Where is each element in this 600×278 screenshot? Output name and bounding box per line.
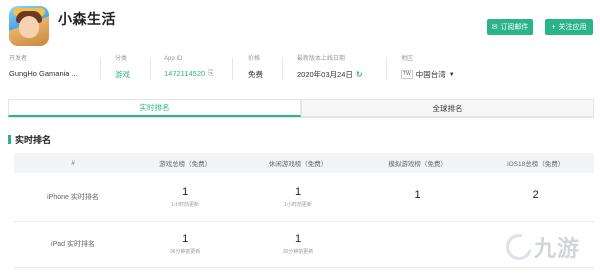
meta-divider — [386, 58, 387, 80]
meta-app-id: App ID 1472114520 ⎘ — [164, 55, 214, 78]
region-value: 中国台湾 — [415, 70, 446, 79]
rank-cell[interactable]: 1 1小时前更新 — [132, 173, 239, 222]
rank-value: 1 — [294, 185, 302, 198]
region-flag-badge: TW — [401, 70, 413, 79]
ranking-tabs: 实时排名 全球排名 — [8, 99, 594, 118]
meta-price: 价格 免费 — [248, 55, 263, 80]
update-time: 35分钟前更新 — [282, 249, 314, 255]
watermark: 九游 — [501, 229, 581, 265]
section-title: 实时排名 — [8, 133, 51, 146]
rank-value: 1 — [294, 233, 302, 245]
plus-icon: + — [551, 23, 556, 31]
meta-release-date: 最新版本上线日期 2020年03月24日 ↻ — [297, 55, 363, 80]
refresh-icon[interactable]: ↻ — [356, 70, 363, 79]
meta-divider — [232, 58, 233, 80]
rank-value: 1 — [414, 189, 421, 202]
meta-category: 分类 游戏 — [115, 55, 130, 80]
table-header-ios18-free: iOS18总榜（免费） — [477, 153, 594, 173]
watermark-logo-icon — [501, 229, 537, 265]
update-time: 36分钟前更新 — [169, 249, 201, 255]
follow-app-button[interactable]: + 关注应用 — [545, 19, 593, 35]
region-selector[interactable]: TW 中国台湾 ▼ — [401, 69, 455, 80]
category-label: 分类 — [115, 56, 128, 62]
app-icon-face — [19, 16, 39, 38]
price-value: 免费 — [248, 70, 263, 79]
update-time: 1小时前更新 — [284, 201, 312, 208]
section-title-text: 实时排名 — [15, 135, 52, 145]
app-id-label: App ID — [164, 56, 183, 62]
update-time: 1小时前更新 — [171, 201, 200, 208]
device-label-iphone: iPhone 实时排名 — [14, 173, 132, 222]
copy-icon[interactable]: ⎘ — [208, 70, 214, 78]
subscribe-email-label: 订阅邮件 — [500, 24, 529, 31]
section-accent-bar — [8, 135, 11, 144]
meta-developer: 开发者 GungHo Gamania ... — [9, 55, 78, 78]
app-icon — [9, 6, 49, 46]
developer-label: 开发者 — [9, 56, 28, 62]
tab-realtime-ranking[interactable]: 实时排名 — [8, 99, 301, 117]
follow-app-label: 关注应用 — [558, 24, 587, 31]
category-value[interactable]: 游戏 — [115, 69, 130, 80]
rank-cell[interactable]: 1 — [357, 173, 478, 222]
meta-region: 地区 TW 中国台湾 ▼ — [401, 55, 455, 80]
table-header-casual-free: 休闲游戏榜（免费） — [238, 153, 358, 173]
table-header-simulation-free: 模拟游戏榜（免费） — [357, 153, 478, 173]
release-date-label: 最新版本上线日期 — [297, 56, 346, 62]
tab-global-ranking[interactable]: 全球排名 — [301, 99, 594, 117]
rank-value: 1 — [182, 233, 189, 245]
table-header-row: # 游戏总榜（免费） 休闲游戏榜（免费） 模拟游戏榜（免费） iOS18总榜（免… — [14, 153, 594, 173]
developer-value[interactable]: GungHo Gamania ... — [9, 69, 78, 78]
table-row: iPhone 实时排名 1 1小时前更新 1 1小时前更新 1 2 — [14, 173, 594, 222]
region-label: 地区 — [401, 56, 414, 62]
rank-cell[interactable]: 1 1小时前更新 — [238, 173, 358, 222]
price-label: 价格 — [248, 56, 261, 62]
meta-divider — [100, 58, 101, 80]
caret-down-icon: ▼ — [448, 71, 455, 78]
table-header-games-free: 游戏总榜（免费） — [132, 153, 239, 173]
rank-cell[interactable]: 1 35分钟前更新 — [238, 221, 358, 268]
watermark-text: 九游 — [534, 236, 581, 261]
device-label-ipad: iPad 实时排名 — [14, 221, 132, 268]
app-title: 小森生活 — [58, 11, 116, 27]
rank-cell[interactable]: 1 36分钟前更新 — [132, 221, 239, 268]
mail-icon: ✉ — [491, 23, 498, 31]
rank-value: 2 — [532, 189, 539, 202]
rank-value: 1 — [182, 185, 189, 198]
table-header-index: # — [14, 153, 132, 173]
release-date-value: 2020年03月24日 — [297, 70, 353, 79]
app-id-value[interactable]: 1472114520 — [164, 69, 205, 78]
meta-divider — [150, 58, 151, 80]
rank-cell[interactable] — [357, 221, 478, 268]
rank-cell[interactable]: 2 — [477, 173, 594, 222]
subscribe-email-button[interactable]: ✉ 订阅邮件 — [487, 19, 533, 35]
meta-divider — [282, 58, 283, 80]
